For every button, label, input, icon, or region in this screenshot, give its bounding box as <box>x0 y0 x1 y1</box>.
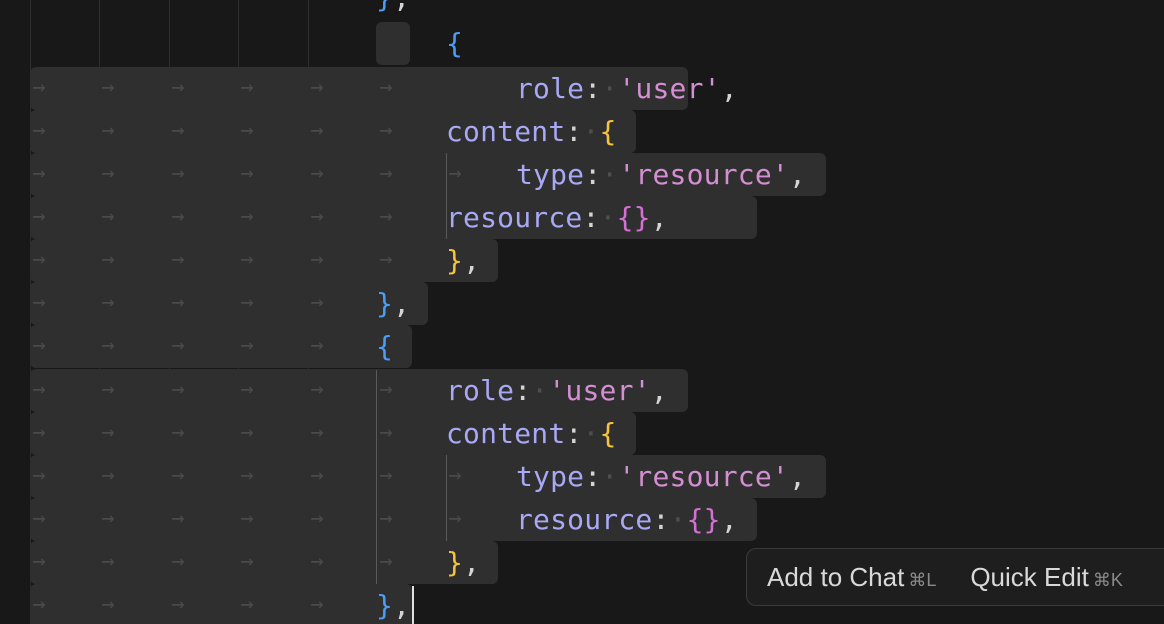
code-token: · <box>601 158 619 191</box>
code-token: role <box>446 374 515 407</box>
code-token: resource <box>446 201 583 234</box>
code-token: : <box>582 201 600 234</box>
code-token: type <box>516 460 585 493</box>
code-token: 'resource' <box>618 460 789 493</box>
code-token: 'resource' <box>618 158 789 191</box>
code-line[interactable]: resource:·{}, <box>446 196 668 239</box>
code-token: {} <box>686 503 721 536</box>
code-token: resource <box>516 503 653 536</box>
quick-edit-button[interactable]: Quick Edit ⌘K <box>936 562 1123 593</box>
code-token: , <box>788 460 806 493</box>
code-token: , <box>720 503 738 536</box>
code-token: } <box>376 589 394 622</box>
code-line[interactable]: }, <box>446 541 480 584</box>
code-line[interactable]: role:·'user', <box>516 67 738 110</box>
code-token: · <box>601 72 619 105</box>
code-token: , <box>393 589 411 622</box>
code-line[interactable]: { <box>376 325 393 368</box>
code-token: , <box>463 546 481 579</box>
code-token: , <box>788 158 806 191</box>
code-editor[interactable]: → → → → → → → → → → → → → → → → → → → → → → → → → → → → → → → → → → → → → → → →… <box>0 0 1164 624</box>
code-token: , <box>720 72 738 105</box>
add-to-chat-shortcut: ⌘L <box>908 569 937 590</box>
code-token: · <box>669 503 687 536</box>
code-token: 'user' <box>548 374 651 407</box>
code-line[interactable]: }, <box>376 282 410 325</box>
code-token: , <box>393 0 410 14</box>
code-line[interactable]: role:·'user', <box>446 369 668 412</box>
code-token: } <box>446 546 464 579</box>
code-token: { <box>446 27 464 60</box>
code-token: : <box>514 374 532 407</box>
code-line[interactable]: { <box>446 22 463 65</box>
code-token: content <box>446 115 566 148</box>
code-line[interactable]: type:·'resource', <box>516 153 806 196</box>
code-token: content <box>446 417 566 450</box>
code-line[interactable]: }, <box>376 0 410 19</box>
code-token: { <box>376 330 394 363</box>
code-line[interactable]: resource:·{}, <box>516 498 738 541</box>
code-token: role <box>516 72 585 105</box>
code-line[interactable]: }, <box>376 584 410 624</box>
code-token: : <box>584 158 602 191</box>
code-token: : <box>565 115 583 148</box>
selection-action-popup: Add to Chat ⌘L Quick Edit ⌘K <box>746 548 1164 606</box>
code-token: · <box>582 417 600 450</box>
code-token: , <box>463 244 481 277</box>
code-line[interactable]: content:·{ <box>446 412 617 455</box>
code-text[interactable]: },{role:·'user',content:·{type:·'resourc… <box>0 0 1164 624</box>
code-token: · <box>599 201 617 234</box>
code-token: {} <box>616 201 651 234</box>
code-token: : <box>584 72 602 105</box>
add-to-chat-label: Add to Chat <box>767 561 905 592</box>
code-token: · <box>582 115 600 148</box>
add-to-chat-button[interactable]: Add to Chat ⌘L <box>747 562 936 593</box>
code-token: , <box>650 374 668 407</box>
code-token: : <box>565 417 583 450</box>
quick-edit-label: Quick Edit <box>970 561 1089 592</box>
code-token: : <box>652 503 670 536</box>
text-cursor <box>412 586 414 624</box>
code-token: 'user' <box>618 72 721 105</box>
code-token: { <box>599 115 617 148</box>
code-token: , <box>650 201 668 234</box>
code-token: : <box>584 460 602 493</box>
code-token: } <box>376 287 394 320</box>
code-line[interactable]: type:·'resource', <box>516 455 806 498</box>
quick-edit-shortcut: ⌘K <box>1092 569 1123 590</box>
code-token: · <box>601 460 619 493</box>
code-token: type <box>516 158 585 191</box>
code-token: , <box>393 287 411 320</box>
code-token: { <box>599 417 617 450</box>
code-token: · <box>531 374 549 407</box>
code-line[interactable]: content:·{ <box>446 110 617 153</box>
code-token: } <box>446 244 464 277</box>
code-line[interactable]: }, <box>446 239 480 282</box>
code-token: } <box>376 0 393 14</box>
